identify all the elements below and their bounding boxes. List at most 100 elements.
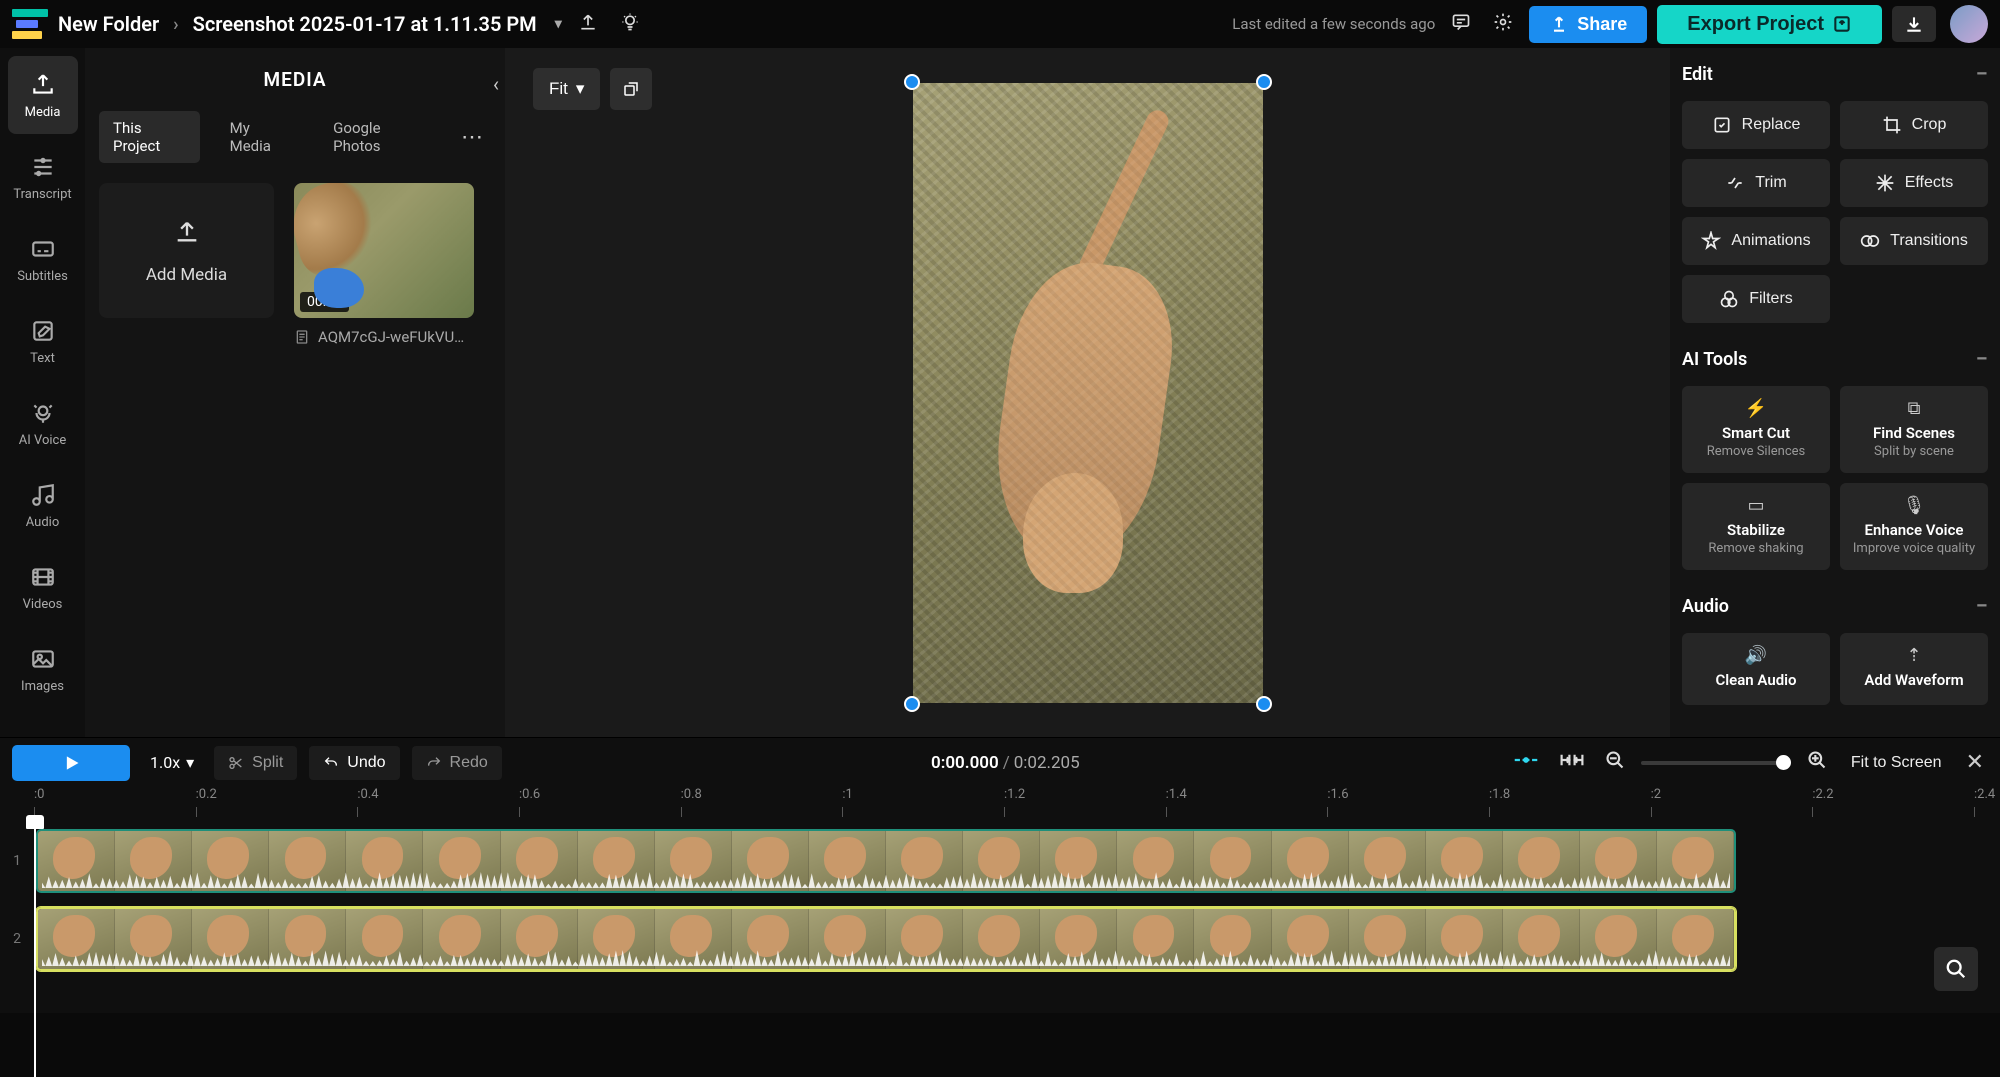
trim-button[interactable]: Trim [1682, 159, 1830, 207]
media-panel: ‹ MEDIA This Project My Media Google Photo… [85, 48, 505, 737]
animations-button[interactable]: Animations [1682, 217, 1830, 265]
sidebar-tab-audio[interactable]: Audio [8, 466, 78, 544]
main-area: Media Transcript Subtitles Text AI VoiceAudi… [0, 48, 2000, 737]
media-tab-my-media[interactable]: My Media [216, 111, 304, 163]
resize-handle-tl[interactable] [904, 74, 920, 90]
smartcut-button[interactable]: ⚡Smart CutRemove Silences [1682, 386, 1830, 473]
tab-label: Images [21, 679, 64, 694]
snap-magnet-icon[interactable] [1509, 746, 1543, 779]
media-panel-title: MEDIA [85, 48, 505, 111]
tab-label: Subtitles [17, 269, 68, 284]
addwaveform-icon: ⇡ [1906, 645, 1921, 669]
comments-icon[interactable] [1445, 6, 1477, 43]
zoom-out-icon[interactable] [1601, 746, 1629, 779]
canvas-area: Fit ▾ [505, 48, 1670, 737]
ruler-tick: :2.2 [1812, 787, 1833, 802]
tab-label: Transcript [13, 187, 71, 202]
trim-to-selection-icon[interactable] [1555, 746, 1589, 779]
close-timeline-tools-icon[interactable]: ✕ [1962, 746, 1988, 779]
share-button[interactable]: Share [1529, 6, 1647, 43]
fit-label: Fit [549, 79, 568, 99]
video-preview-frame[interactable] [913, 83, 1263, 703]
app-header: New Folder › Screenshot 2025-01-17 at 1.… [0, 0, 2000, 48]
upload-icon[interactable] [572, 6, 604, 43]
clip-duration-badge: 00:02 [300, 292, 349, 312]
settings-gear-icon[interactable] [1487, 6, 1519, 43]
chevron-right-icon: › [173, 14, 178, 35]
breadcrumb-folder[interactable]: New Folder [58, 12, 159, 36]
addwaveform-button[interactable]: ⇡Add Waveform [1840, 633, 1988, 705]
lightbulb-icon[interactable] [614, 6, 646, 43]
download-button[interactable] [1892, 6, 1936, 42]
app-logo[interactable] [12, 9, 48, 39]
media-tab-this-project[interactable]: This Project [99, 111, 200, 163]
collapse-panel-icon[interactable]: ‹ [493, 72, 499, 96]
filters-button[interactable]: Filters [1682, 275, 1830, 323]
chevron-down-icon: ▾ [186, 753, 194, 772]
media-source-tabs: This Project My Media Google Photos ⋯ [85, 111, 505, 163]
collapse-section-icon[interactable]: − [1976, 62, 1988, 87]
findscenes-button[interactable]: ⧉Find ScenesSplit by scene [1840, 386, 1988, 473]
fit-dropdown[interactable]: Fit ▾ [533, 68, 600, 110]
ruler-tick: :0.2 [196, 787, 217, 802]
play-button[interactable] [12, 745, 130, 781]
sidebar-tab-aivoice[interactable]: AI Voice [8, 384, 78, 462]
export-project-button[interactable]: Export Project [1657, 5, 1882, 44]
undo-button[interactable]: Undo [309, 746, 399, 780]
playback-speed-select[interactable]: 1.0x▾ [142, 753, 202, 772]
resize-handle-br[interactable] [1256, 696, 1272, 712]
ruler-tick: :2.4 [1974, 787, 1995, 802]
chevron-down-icon[interactable]: ▾ [555, 16, 562, 32]
search-fab-button[interactable] [1934, 947, 1978, 991]
stabilize-button[interactable]: ▭StabilizeRemove shaking [1682, 483, 1830, 570]
collapse-section-icon[interactable]: − [1976, 594, 1988, 619]
zoom-slider[interactable] [1641, 761, 1791, 765]
zoom-in-icon[interactable] [1803, 746, 1831, 779]
export-button-label: Export Project [1687, 13, 1824, 36]
detach-canvas-button[interactable] [610, 68, 652, 110]
cleanaudio-button[interactable]: 🔊Clean Audio [1682, 633, 1830, 705]
sidebar-tab-images[interactable]: Images [8, 630, 78, 708]
timeline-clip[interactable] [36, 829, 1736, 893]
timeline-tracks: 12 [0, 817, 2000, 1013]
timeline-toolbar: 1.0x▾ Split Undo Redo 0:00.000/0:02.205 … [0, 737, 2000, 787]
fit-to-screen-button[interactable]: Fit to Screen [1843, 748, 1950, 778]
replace-button[interactable]: Replace [1682, 101, 1830, 149]
smartcut-icon: ⚡ [1745, 398, 1767, 422]
sidebar-tab-text[interactable]: Text [8, 302, 78, 380]
tab-label: Text [30, 351, 55, 366]
ruler-tick: :0.4 [357, 787, 378, 802]
resize-handle-tr[interactable] [1256, 74, 1272, 90]
sidebar-tab-videos[interactable]: Videos [8, 548, 78, 626]
aivoice-icon [30, 399, 56, 427]
sidebar-tab-transcript[interactable]: Transcript [8, 138, 78, 216]
media-clip-card[interactable]: 00:02 AQM7cGJ-weFUkVU… [294, 183, 474, 346]
redo-button[interactable]: Redo [412, 746, 502, 780]
add-media-button[interactable]: Add Media [99, 183, 274, 318]
sidebar-tab-media[interactable]: Media [8, 56, 78, 134]
breadcrumb: New Folder › Screenshot 2025-01-17 at 1.… [58, 12, 562, 36]
split-button[interactable]: Split [214, 746, 297, 780]
edit-section: Edit − Replace Crop Trim Effects Animati… [1682, 62, 1988, 323]
more-options-icon[interactable]: ⋯ [453, 121, 491, 154]
timeline-ruler[interactable]: :0:0.2:0.4:0.6:0.8:1:1.2:1.4:1.6:1.8:2:2… [0, 787, 2000, 817]
playhead[interactable] [34, 817, 36, 1077]
collapse-section-icon[interactable]: − [1976, 347, 1988, 372]
sidebar-tab-subtitles[interactable]: Subtitles [8, 220, 78, 298]
timeline-clip[interactable] [36, 907, 1736, 971]
transitions-button[interactable]: Transitions [1840, 217, 1988, 265]
images-icon [30, 645, 56, 673]
track-number: 1 [0, 853, 34, 869]
crop-button[interactable]: Crop [1840, 101, 1988, 149]
media-tab-google-photos[interactable]: Google Photos [319, 111, 437, 163]
timecode-display: 0:00.000/0:02.205 [931, 753, 1080, 773]
user-avatar[interactable] [1950, 5, 1988, 43]
tab-label: Videos [23, 597, 63, 612]
canvas-toolbar: Fit ▾ [533, 68, 652, 110]
stabilize-icon: ▭ [1747, 495, 1764, 519]
effects-button[interactable]: Effects [1840, 159, 1988, 207]
resize-handle-bl[interactable] [904, 696, 920, 712]
enhancevoice-button[interactable]: 🎙Enhance VoiceImprove voice quality [1840, 483, 1988, 570]
breadcrumb-title[interactable]: Screenshot 2025-01-17 at 1.11.35 PM [193, 12, 537, 36]
share-button-label: Share [1577, 14, 1627, 35]
